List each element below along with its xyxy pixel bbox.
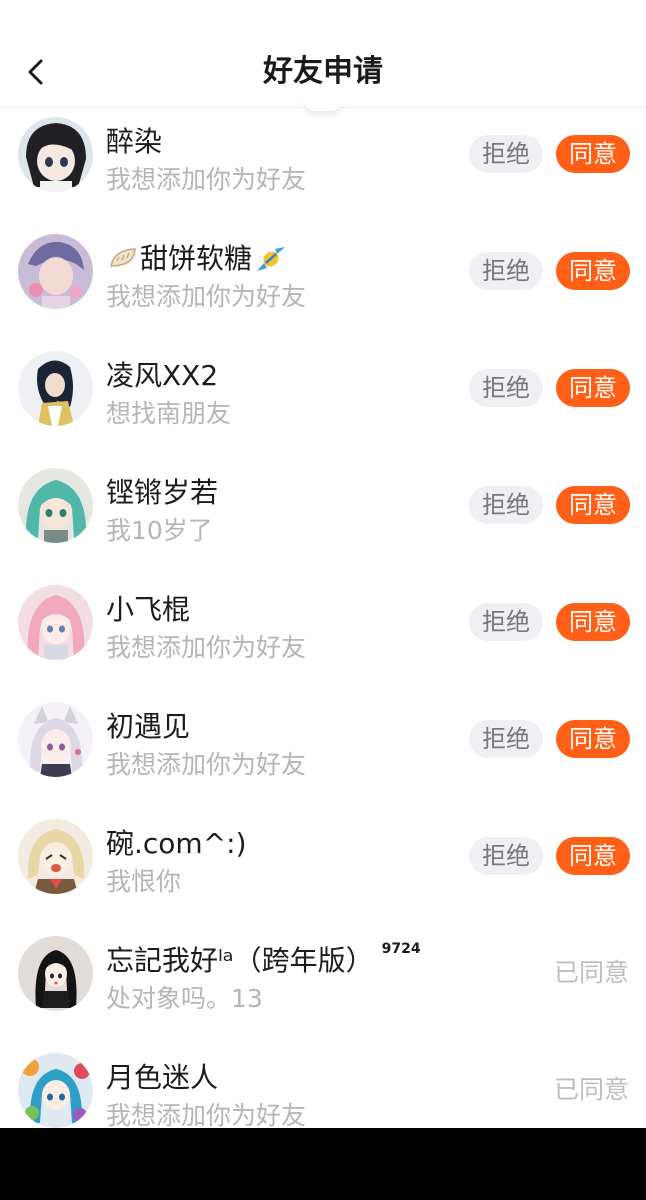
name-badge: 9724 [381, 941, 421, 957]
requester-name: 甜饼软糖 [106, 239, 290, 279]
request-message: 我想添加你为好友 [106, 633, 307, 662]
requester-name-text: 月色迷人 [106, 1061, 219, 1094]
reject-button[interactable]: 拒绝 [469, 603, 543, 641]
requester-name-text: 忘記我好ˡᵃ（跨年版） [106, 944, 374, 977]
requester-name-text: 凌风XX2 [106, 359, 219, 392]
dumpling-emoji-icon [110, 248, 136, 267]
avatar[interactable] [18, 702, 93, 777]
avatar[interactable] [18, 1053, 93, 1128]
avatar[interactable] [18, 117, 93, 192]
requester-name: 凌风XX2 [106, 356, 218, 396]
list-item: 甜饼软糖 我想添加你为好友 拒绝 同意 [0, 225, 646, 342]
request-message: 想找南朋友 [106, 399, 232, 428]
agreed-status-label: 已同意 [553, 958, 629, 987]
avatar[interactable] [18, 819, 93, 894]
request-message: 我10岁了 [106, 516, 213, 545]
requester-name: 铿锵岁若 [106, 473, 218, 513]
request-message: 我想添加你为好友 [106, 282, 307, 311]
candy-emoji-icon [257, 247, 286, 271]
list-item: 忘記我好ˡᵃ（跨年版） 9724 处对象吗。13 已同意 [0, 927, 646, 1044]
list-item: 碗.com^:) 我恨你 拒绝 同意 [0, 810, 646, 927]
request-message: 我想添加你为好友 [106, 1101, 307, 1128]
requester-name-text: 小飞棍 [106, 593, 191, 626]
avatar[interactable] [18, 585, 93, 660]
requester-name-text: 初遇见 [106, 710, 191, 743]
list-item: 月色迷人 我想添加你为好友 已同意 [0, 1044, 646, 1128]
request-message: 我想添加你为好友 [106, 750, 307, 779]
agreed-status-label: 已同意 [553, 1075, 629, 1104]
requester-name: 月色迷人 [106, 1058, 218, 1098]
agree-button[interactable]: 同意 [556, 252, 630, 290]
list-item: 小飞棍 我想添加你为好友 拒绝 同意 [0, 576, 646, 693]
reject-button[interactable]: 拒绝 [469, 837, 543, 875]
agree-button[interactable]: 同意 [556, 720, 630, 758]
requester-name-text: 碗.com^:) [106, 827, 247, 860]
avatar[interactable] [18, 351, 93, 426]
requester-name: 小飞棍 [106, 590, 190, 630]
pull-refresh-indicator [303, 99, 343, 111]
page-title: 好友申请 [263, 54, 383, 89]
reject-button[interactable]: 拒绝 [469, 486, 543, 524]
list-item: 醉染 我想添加你为好友 拒绝 同意 [0, 108, 646, 225]
requester-name-text: 甜饼软糖 [140, 242, 253, 275]
requester-name: 忘記我好ˡᵃ（跨年版） 9724 [106, 941, 421, 981]
agree-button[interactable]: 同意 [556, 603, 630, 641]
avatar[interactable] [18, 468, 93, 543]
reject-button[interactable]: 拒绝 [469, 369, 543, 407]
list-item: 初遇见 我想添加你为好友 拒绝 同意 [0, 693, 646, 810]
request-message: 处对象吗。13 [106, 984, 263, 1013]
requester-name: 醉染 [106, 122, 162, 162]
reject-button[interactable]: 拒绝 [469, 135, 543, 173]
system-navigation-bar [0, 1128, 646, 1200]
requester-name-text: 铿锵岁若 [106, 476, 219, 509]
screen: 好友申请 醉染 我想添加你为好友 拒绝 同意 甜饼软糖 我想添加你为好友 拒绝 … [0, 0, 646, 1128]
friend-request-list: 醉染 我想添加你为好友 拒绝 同意 甜饼软糖 我想添加你为好友 拒绝 同意 凌风… [0, 108, 646, 1128]
request-message: 我想添加你为好友 [106, 165, 307, 194]
request-message: 我恨你 [106, 867, 182, 896]
list-item: 铿锵岁若 我10岁了 拒绝 同意 [0, 459, 646, 576]
list-item: 凌风XX2 想找南朋友 拒绝 同意 [0, 342, 646, 459]
top-bar: 好友申请 [0, 0, 646, 108]
requester-name: 初遇见 [106, 707, 190, 747]
reject-button[interactable]: 拒绝 [469, 720, 543, 758]
requester-name: 碗.com^:) [106, 824, 247, 864]
agree-button[interactable]: 同意 [556, 486, 630, 524]
agree-button[interactable]: 同意 [556, 369, 630, 407]
avatar[interactable] [18, 936, 93, 1011]
reject-button[interactable]: 拒绝 [469, 252, 543, 290]
avatar[interactable] [18, 234, 93, 309]
requester-name-text: 醉染 [106, 125, 163, 158]
agree-button[interactable]: 同意 [556, 837, 630, 875]
agree-button[interactable]: 同意 [556, 135, 630, 173]
